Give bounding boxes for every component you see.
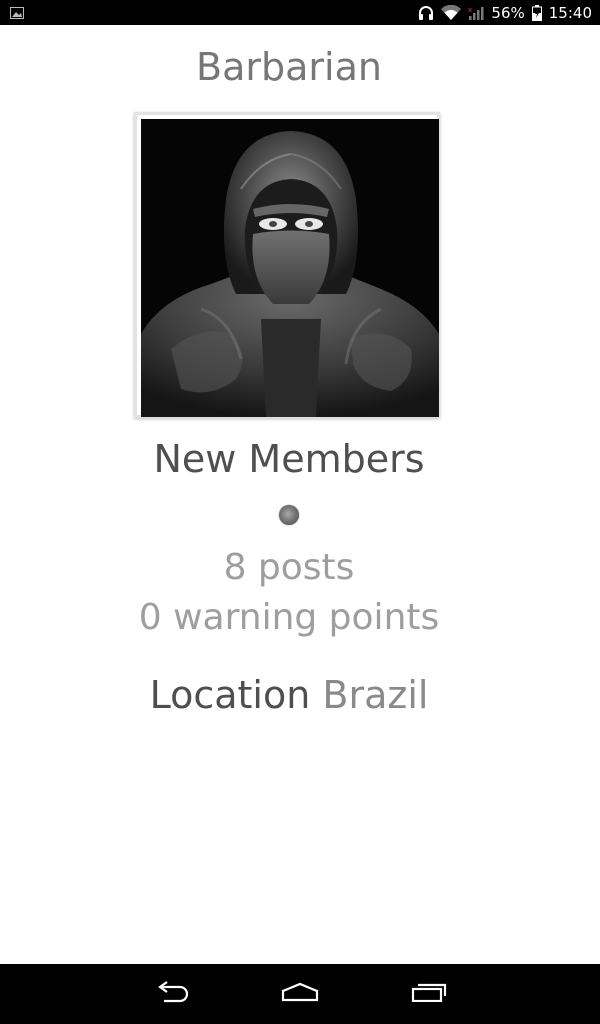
member-group: New Members: [153, 437, 425, 481]
location-label: Location: [149, 673, 311, 717]
warning-points: 0 warning points: [138, 597, 440, 638]
profile-username: Barbarian: [196, 45, 382, 89]
wifi-icon: [441, 4, 462, 21]
home-icon: [281, 982, 319, 1006]
masked-warrior-avatar-image: [141, 119, 439, 417]
svg-text:x: x: [468, 6, 472, 14]
post-count: 8 posts: [223, 547, 355, 588]
avatar: [141, 119, 439, 417]
navigation-bar: [0, 964, 600, 1024]
battery-percent: 56%: [491, 3, 525, 22]
image-notification-icon: [10, 6, 24, 19]
clock: 15:40: [548, 3, 592, 22]
recent-apps-button[interactable]: [389, 964, 469, 1024]
home-button[interactable]: [260, 964, 340, 1024]
signal-icon: x: [468, 5, 484, 21]
back-button[interactable]: [132, 964, 212, 1024]
status-bar: x 56% 15:40: [0, 0, 600, 25]
location-value: Brazil: [322, 673, 429, 717]
headphones-icon: [418, 5, 434, 21]
location-row: Location Brazil: [0, 673, 578, 717]
back-icon: [154, 981, 190, 1007]
recent-apps-icon: [411, 982, 447, 1006]
avatar-frame[interactable]: [134, 112, 440, 418]
rank-indicator-icon: [279, 505, 299, 525]
battery-icon: [531, 4, 542, 21]
